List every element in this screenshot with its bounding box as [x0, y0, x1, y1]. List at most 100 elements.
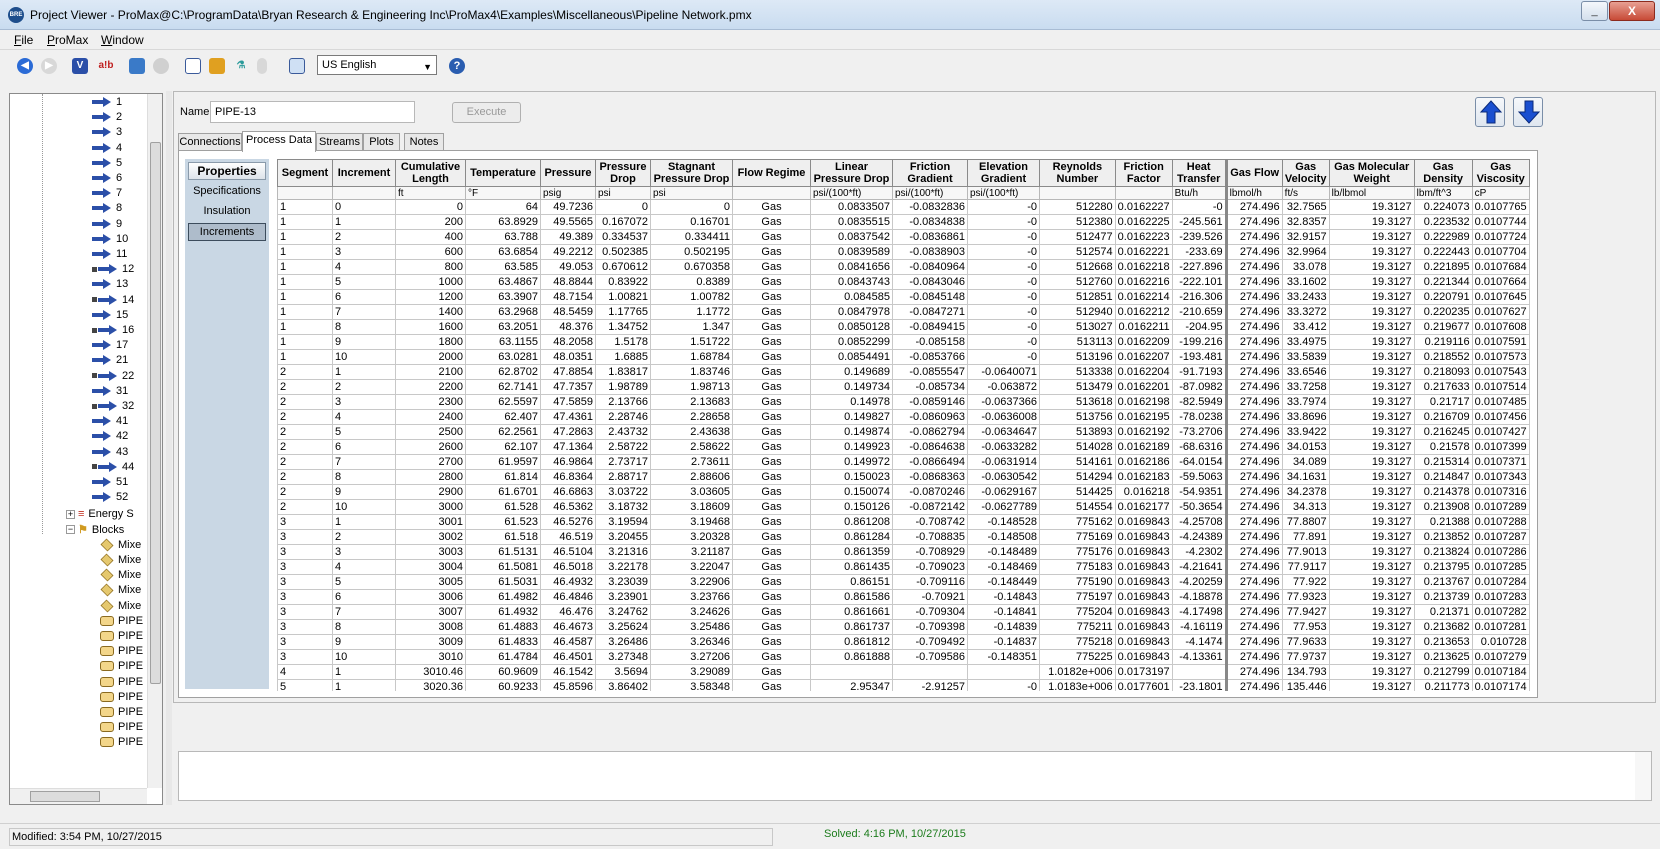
table-cell[interactable]: 0.0833507	[810, 199, 893, 215]
table-cell[interactable]: 274.496	[1224, 409, 1283, 425]
table-cell[interactable]: -0.0866494	[892, 454, 968, 470]
table-row[interactable]: 3 1 3001 61.523 46.5276 3.19594 3.19468 Gas 0.86…	[277, 514, 1530, 530]
table-cell[interactable]: 19.3127	[1328, 529, 1415, 545]
table-row[interactable]: 1 2 400 63.788 49.389 0.334537 0.334411 Gas 0.08…	[277, 229, 1530, 245]
table-cell[interactable]: 62.8702	[465, 364, 541, 380]
table-cell[interactable]: 46.4501	[540, 649, 596, 665]
table-cell[interactable]: 0.0162223	[1114, 229, 1173, 245]
table-cell[interactable]: 512668	[1039, 259, 1116, 275]
table-cell[interactable]: 0.217633	[1413, 379, 1473, 395]
collapse-icon[interactable]: −	[66, 525, 75, 535]
table-cell[interactable]: 0.0169843	[1114, 589, 1173, 605]
table-cell[interactable]: -0.0862794	[892, 424, 968, 440]
table-cell[interactable]: 2100	[395, 364, 466, 380]
table-cell[interactable]: 0.213908	[1413, 499, 1473, 515]
table-cell[interactable]	[892, 664, 968, 680]
table-cell[interactable]: 274.496	[1224, 274, 1283, 290]
table-cell[interactable]: 274.496	[1224, 244, 1283, 260]
tree-item-pipe[interactable]: PIPE	[100, 628, 143, 644]
tab-streams[interactable]: Streams	[316, 133, 363, 151]
table-cell[interactable]: 200	[395, 214, 466, 230]
table-cell[interactable]: 46.519	[540, 529, 596, 545]
table-cell[interactable]: 3	[277, 559, 333, 575]
tree-item-stream[interactable]: 14	[92, 292, 134, 308]
table-cell[interactable]: Gas	[732, 304, 811, 320]
expand-icon[interactable]: +	[66, 509, 75, 519]
table-cell[interactable]: 61.814	[465, 469, 541, 485]
table-cell[interactable]: 3.20328	[650, 529, 733, 545]
table-cell[interactable]: 0.0847978	[810, 304, 893, 320]
table-cell[interactable]: Gas	[732, 379, 811, 395]
table-row[interactable]: 1 10 2000 63.0281 48.0351 1.6885 1.68784 Gas 0.0…	[277, 349, 1530, 365]
table-cell[interactable]: 0.0107645	[1471, 289, 1530, 305]
table-cell[interactable]: 3009	[395, 634, 466, 650]
table-cell[interactable]: 0.149874	[810, 424, 893, 440]
verify-icon[interactable]: V	[72, 58, 88, 74]
table-cell[interactable]: 274.496	[1224, 559, 1283, 575]
table-cell[interactable]: 5	[332, 574, 396, 590]
table-cell[interactable]: 0.0162212	[1114, 304, 1173, 320]
table-cell[interactable]: 3.18732	[595, 499, 651, 515]
tree-vertical-scrollbar[interactable]	[147, 94, 162, 788]
tree-item-mixer[interactable]: Mixe	[100, 598, 141, 614]
table-cell[interactable]: 1.51722	[650, 334, 733, 350]
table-cell[interactable]: 64	[465, 199, 541, 215]
table-cell[interactable]: 1	[332, 679, 396, 691]
column-header[interactable]: Gas Velocity	[1281, 159, 1330, 187]
table-cell[interactable]: Gas	[732, 574, 811, 590]
table-cell[interactable]: -82.5949	[1171, 394, 1227, 410]
table-cell[interactable]: 1.83817	[595, 364, 651, 380]
tree-item-stream[interactable]: 5	[92, 155, 122, 171]
table-cell[interactable]: 1000	[395, 274, 466, 290]
table-cell[interactable]: 0.0107704	[1471, 244, 1530, 260]
table-cell[interactable]: 19.3127	[1328, 424, 1415, 440]
table-cell[interactable]: 3.27348	[595, 649, 651, 665]
table-cell[interactable]: 3.5694	[595, 664, 651, 680]
table-cell[interactable]: -0.0868363	[892, 469, 968, 485]
table-cell[interactable]: -0.0832836	[892, 199, 968, 215]
table-cell[interactable]: 0.213739	[1413, 589, 1473, 605]
table-cell[interactable]: -4.16119	[1171, 619, 1227, 635]
table-cell[interactable]: 33.4975	[1281, 334, 1330, 350]
table-cell[interactable]: Gas	[732, 349, 811, 365]
windows-icon[interactable]	[289, 58, 305, 74]
table-cell[interactable]: 0.502385	[595, 244, 651, 260]
table-cell[interactable]: 3.23901	[595, 589, 651, 605]
table-cell[interactable]: 19.3127	[1328, 574, 1415, 590]
table-cell[interactable]: 3010.46	[395, 664, 466, 680]
tree-item-stream[interactable]: 4	[92, 140, 122, 156]
table-cell[interactable]: -68.6316	[1171, 439, 1227, 455]
table-cell[interactable]: 0.0107285	[1471, 559, 1530, 575]
table-cell[interactable]: 2.73611	[650, 454, 733, 470]
table-row[interactable]: 2 4 2400 62.407 47.4361 2.28746 2.28658 Gas 0.14…	[277, 409, 1530, 425]
add-item-icon[interactable]	[129, 58, 145, 74]
table-cell[interactable]: 3005	[395, 574, 466, 590]
table-cell[interactable]: 1	[277, 349, 333, 365]
table-cell[interactable]: -0.0840964	[892, 259, 968, 275]
table-cell[interactable]: 2	[277, 364, 333, 380]
table-cell[interactable]: 775211	[1039, 619, 1116, 635]
table-cell[interactable]: -233.69	[1171, 244, 1227, 260]
table-cell[interactable]: 3.23039	[595, 574, 651, 590]
table-cell[interactable]: 49.053	[540, 259, 596, 275]
table-cell[interactable]: 19.3127	[1328, 634, 1415, 650]
tree-item-stream[interactable]: 3	[92, 124, 122, 140]
table-cell[interactable]: 1	[277, 274, 333, 290]
table-cell[interactable]: 775225	[1039, 649, 1116, 665]
table-cell[interactable]: 19.3127	[1328, 469, 1415, 485]
table-cell[interactable]: 0.0107744	[1471, 214, 1530, 230]
table-cell[interactable]: -4.13361	[1171, 649, 1227, 665]
table-cell[interactable]: 3.25624	[595, 619, 651, 635]
table-cell[interactable]: 274.496	[1224, 394, 1283, 410]
table-cell[interactable]: 0.219677	[1413, 319, 1473, 335]
table-cell[interactable]: 61.4833	[465, 634, 541, 650]
table-cell[interactable]: 19.3127	[1328, 394, 1415, 410]
column-header[interactable]: Friction Factor	[1114, 159, 1173, 187]
table-cell[interactable]: -0.0640071	[967, 364, 1040, 380]
table-cell[interactable]: 274.496	[1224, 454, 1283, 470]
table-cell[interactable]: 0.0839589	[810, 244, 893, 260]
tree-item-pipe[interactable]: PIPE	[100, 613, 143, 629]
column-header[interactable]: Heat Transfer	[1171, 159, 1227, 187]
table-cell[interactable]: 77.9427	[1281, 604, 1330, 620]
table-cell[interactable]: 3.58348	[650, 679, 733, 691]
